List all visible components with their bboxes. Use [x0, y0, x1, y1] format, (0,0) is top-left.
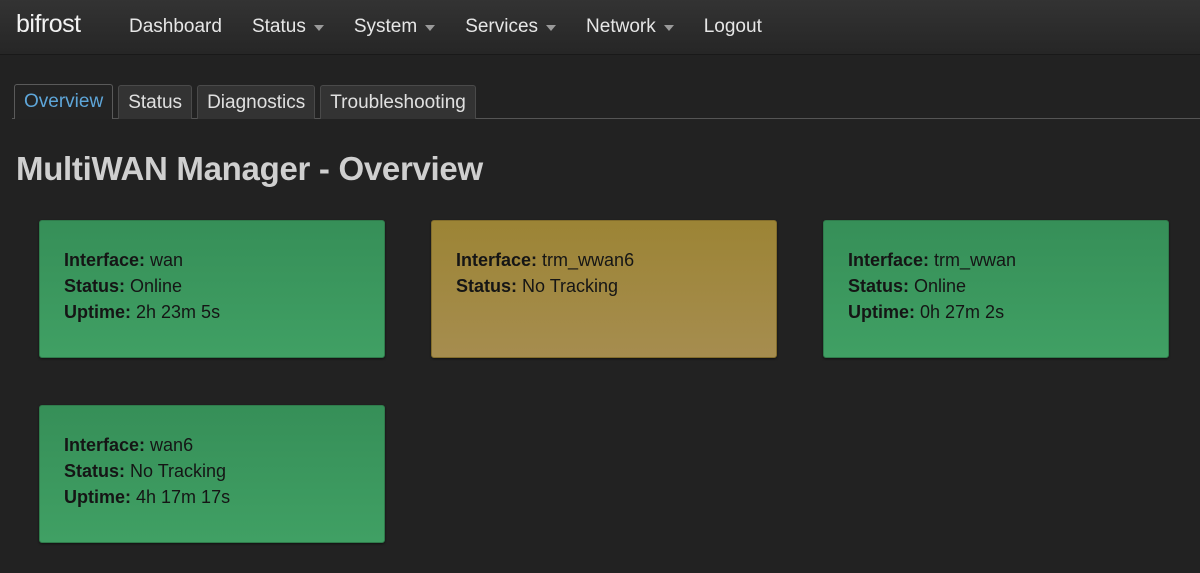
uptime-label: Uptime: — [64, 302, 131, 322]
interface-row: Interface: trm_wwan — [848, 247, 1144, 273]
caret-down-icon — [425, 25, 436, 31]
uptime-label: Uptime: — [848, 302, 915, 322]
interface-label: Interface: — [456, 250, 538, 270]
uptime-value: 0h 27m 2s — [920, 302, 1005, 322]
uptime-row: Uptime: 0h 27m 2s — [848, 299, 1144, 325]
top-navbar: bifrost Dashboard Status System Services… — [0, 0, 1200, 55]
uptime-label: Uptime: — [64, 487, 131, 507]
page-title: MultiWAN Manager - Overview — [16, 150, 483, 187]
tab-bar: Overview Status Diagnostics Troubleshoot… — [14, 84, 481, 119]
interface-row: Interface: trm_wwan6 — [456, 247, 752, 273]
menu-item-services[interactable]: Services — [450, 0, 571, 54]
interface-card-trm-wwan6: Interface: trm_wwan6 Status: No Tracking — [431, 220, 777, 358]
menu-item-label: Services — [465, 16, 539, 37]
interface-card-wan6: Interface: wan6 Status: No Tracking Upti… — [39, 405, 385, 543]
tab-troubleshooting[interactable]: Troubleshooting — [320, 85, 476, 119]
menu-item-dashboard[interactable]: Dashboard — [114, 0, 237, 54]
status-label: Status: — [456, 276, 518, 296]
status-row: Status: Online — [64, 273, 360, 299]
uptime-row: Uptime: 4h 17m 17s — [64, 484, 360, 510]
caret-down-icon — [663, 25, 674, 31]
tab-overview[interactable]: Overview — [14, 84, 114, 119]
interface-value: wan — [150, 250, 184, 270]
menu-item-network[interactable]: Network — [571, 0, 689, 54]
uptime-row: Uptime: 2h 23m 5s — [64, 299, 360, 325]
interface-value: trm_wwan — [934, 250, 1017, 270]
interface-card-wan: Interface: wan Status: Online Uptime: 2h… — [39, 220, 385, 358]
menu-item-label: Network — [586, 16, 656, 37]
caret-down-icon — [546, 25, 557, 31]
menu-item-status[interactable]: Status — [237, 0, 339, 54]
interface-card-trm-wwan: Interface: trm_wwan Status: Online Uptim… — [823, 220, 1169, 358]
interface-label: Interface: — [64, 250, 146, 270]
status-row: Status: No Tracking — [64, 458, 360, 484]
interface-row: Interface: wan — [64, 247, 360, 273]
menu-item-system[interactable]: System — [339, 0, 450, 54]
menu-item-logout[interactable]: Logout — [689, 0, 777, 54]
menu-item-label: Status — [251, 16, 306, 37]
menu-item-label: Logout — [703, 16, 762, 37]
interface-row: Interface: wan6 — [64, 432, 360, 458]
status-row: Status: Online — [848, 273, 1144, 299]
interface-label: Interface: — [848, 250, 930, 270]
interface-value: trm_wwan6 — [542, 250, 635, 270]
status-row: Status: No Tracking — [456, 273, 752, 299]
menu-item-label: Dashboard — [129, 16, 222, 37]
status-value: Online — [130, 276, 183, 296]
uptime-value: 2h 23m 5s — [136, 302, 221, 322]
status-label: Status: — [64, 276, 126, 296]
interface-value: wan6 — [150, 435, 194, 455]
main-menu: Dashboard Status System Services Network… — [114, 0, 777, 54]
menu-item-label: System — [353, 16, 418, 37]
tab-status[interactable]: Status — [118, 85, 193, 119]
status-label: Status: — [64, 461, 126, 481]
status-value: Online — [914, 276, 967, 296]
status-label: Status: — [848, 276, 910, 296]
uptime-value: 4h 17m 17s — [136, 487, 231, 507]
status-value: No Tracking — [130, 461, 227, 481]
brand-link[interactable]: bifrost — [16, 10, 81, 39]
interface-label: Interface: — [64, 435, 146, 455]
tab-diagnostics[interactable]: Diagnostics — [197, 85, 316, 119]
caret-down-icon — [313, 25, 324, 31]
status-value: No Tracking — [522, 276, 619, 296]
